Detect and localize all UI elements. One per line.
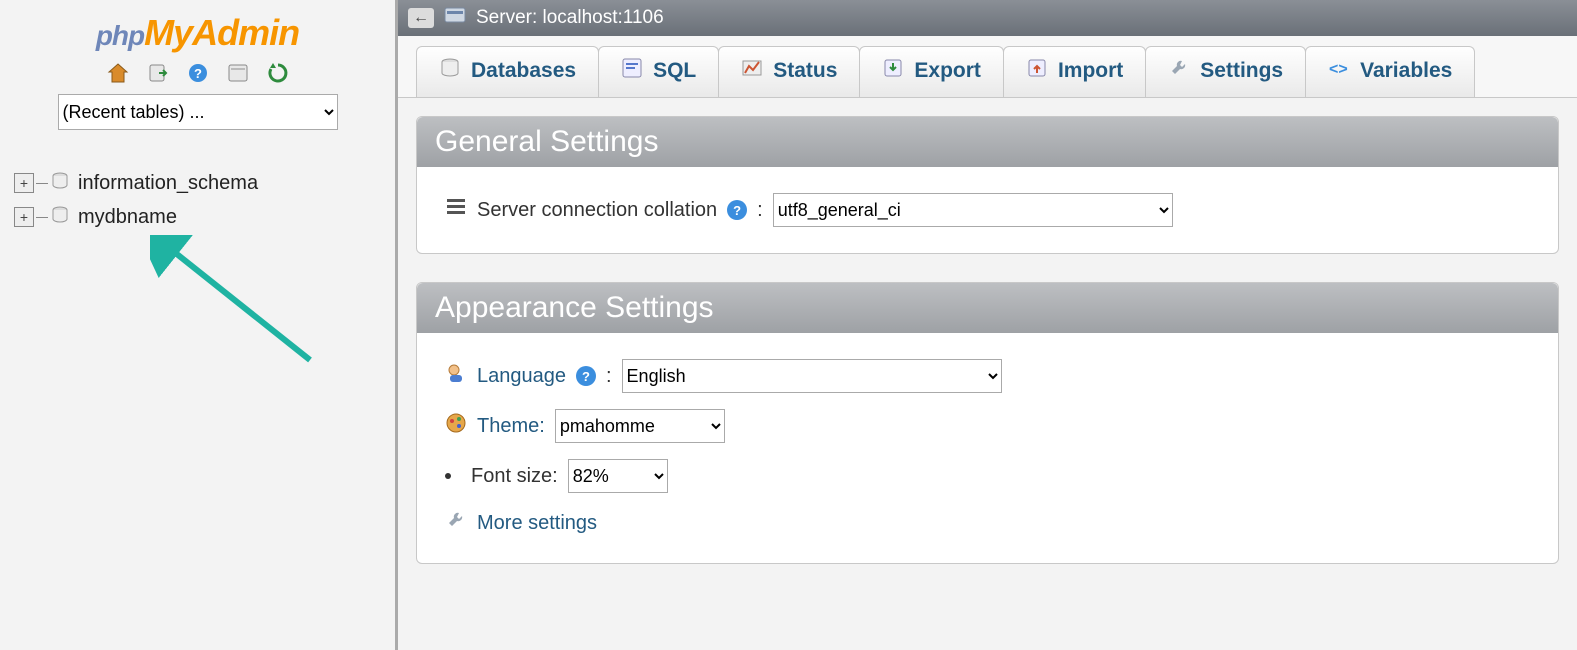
wrench-icon — [445, 509, 467, 537]
language-icon — [445, 362, 467, 390]
theme-label[interactable]: Theme: — [477, 415, 545, 438]
tab-variables[interactable]: <> Variables — [1305, 46, 1475, 97]
fontsize-select[interactable]: 82% — [568, 459, 668, 493]
help-icon[interactable]: ? — [576, 366, 596, 386]
tree-connector — [36, 183, 48, 184]
breadcrumb-bar: ← Server: localhost:1106 — [398, 0, 1577, 36]
server-icon — [444, 5, 466, 31]
reload-icon[interactable] — [265, 60, 291, 86]
export-icon — [882, 57, 904, 85]
logout-icon[interactable] — [145, 60, 171, 86]
annotation-arrow-icon — [150, 235, 330, 375]
expand-icon[interactable]: + — [14, 207, 34, 227]
svg-text:<>: <> — [1329, 61, 1348, 78]
server-label: Server: localhost:1106 — [476, 7, 664, 29]
appearance-settings-panel: Appearance Settings Language ? : English… — [416, 282, 1559, 564]
bullet-icon — [445, 473, 451, 479]
sql-icon — [621, 57, 643, 85]
main-area: ← Server: localhost:1106 Databases SQL S… — [398, 0, 1577, 650]
tree-connector — [36, 217, 48, 218]
databases-icon — [439, 57, 461, 85]
home-icon[interactable] — [105, 60, 131, 86]
general-settings-panel: General Settings Server connection colla… — [416, 116, 1559, 254]
database-label: information_schema — [78, 172, 258, 195]
wrench-icon — [1168, 57, 1190, 85]
tab-settings[interactable]: Settings — [1145, 46, 1306, 97]
tab-status[interactable]: Status — [718, 46, 860, 97]
language-select[interactable]: English — [622, 359, 1002, 393]
svg-text:?: ? — [194, 66, 202, 81]
query-window-icon[interactable] — [225, 60, 251, 86]
database-icon — [50, 171, 70, 196]
database-tree: + information_schema + mydbname — [14, 166, 395, 234]
general-settings-heading: General Settings — [417, 117, 1558, 167]
expand-icon[interactable]: + — [14, 173, 34, 193]
database-icon — [50, 205, 70, 230]
theme-select[interactable]: pmahomme — [555, 409, 725, 443]
quick-icon-bar: ? — [0, 60, 395, 86]
tab-import[interactable]: Import — [1003, 46, 1146, 97]
main-tabs: Databases SQL Status Export Import Setti… — [398, 36, 1577, 98]
tree-item-information-schema[interactable]: + information_schema — [14, 166, 395, 200]
import-icon — [1026, 57, 1048, 85]
tab-export[interactable]: Export — [859, 46, 1004, 97]
collation-label: Server connection collation — [477, 199, 717, 222]
more-settings-link[interactable]: More settings — [477, 512, 597, 535]
recent-tables-select[interactable]: (Recent tables) ... — [58, 94, 338, 130]
theme-icon — [445, 412, 467, 440]
help-icon[interactable]: ? — [727, 200, 747, 220]
fontsize-label: Font size: — [471, 465, 558, 488]
collation-select[interactable]: utf8_general_ci — [773, 193, 1173, 227]
database-label: mydbname — [78, 206, 177, 229]
tab-databases[interactable]: Databases — [416, 46, 599, 97]
tree-item-mydbname[interactable]: + mydbname — [14, 200, 395, 234]
back-button[interactable]: ← — [408, 8, 434, 28]
collation-icon — [445, 197, 467, 223]
help-icon[interactable]: ? — [185, 60, 211, 86]
tab-sql[interactable]: SQL — [598, 46, 719, 97]
status-icon — [741, 57, 763, 85]
language-label[interactable]: Language — [477, 365, 566, 388]
appearance-settings-heading: Appearance Settings — [417, 283, 1558, 333]
logo: phpMyAdmin — [0, 12, 395, 54]
sidebar: phpMyAdmin ? (Recent tables) ... + infor… — [0, 0, 398, 650]
variables-icon: <> — [1328, 57, 1350, 85]
